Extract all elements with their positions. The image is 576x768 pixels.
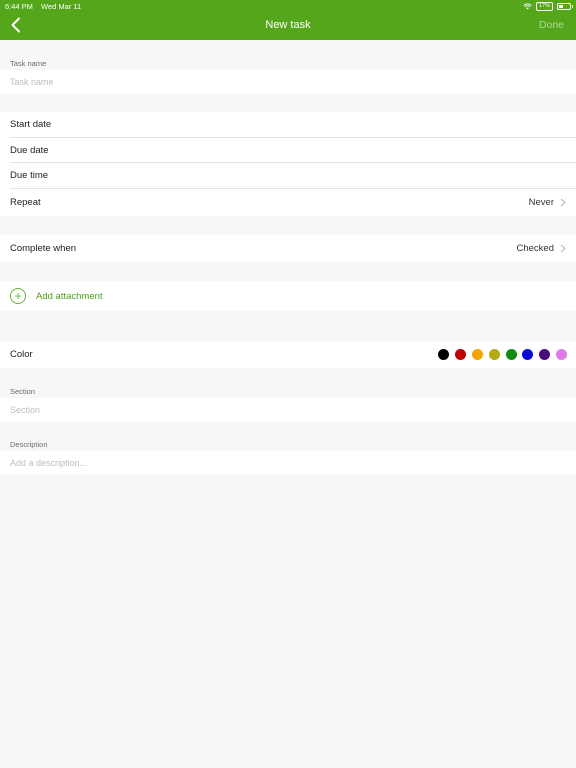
color-swatch[interactable]	[505, 349, 517, 360]
color-row: Color	[0, 341, 576, 368]
color-swatch[interactable]	[522, 349, 534, 360]
add-attachment-label: Add attachment	[36, 290, 103, 302]
due-date-label: Due date	[10, 144, 49, 156]
battery-percent-badge: 17%	[535, 1, 553, 11]
color-swatch[interactable]	[556, 349, 567, 360]
status-bar: 6:44 PM Wed Mar 11	[5, 2, 81, 11]
page-title: New task	[265, 19, 311, 31]
color-swatch[interactable]	[455, 349, 467, 360]
section-field	[0, 398, 576, 422]
due-time-row[interactable]: Due time	[0, 163, 576, 189]
due-date-row[interactable]: Due date	[0, 138, 576, 164]
description-input[interactable]	[0, 451, 576, 475]
task-name-label: Task name	[10, 59, 47, 68]
repeat-value: Never	[528, 196, 554, 208]
dates-group: Start date Due date Due time Repeat Neve…	[0, 112, 576, 216]
attachment-group: + Add attachment	[0, 281, 576, 311]
task-name-input[interactable]	[0, 70, 576, 94]
wifi-icon	[523, 3, 532, 9]
done-button[interactable]: Done	[539, 19, 564, 31]
start-date-label: Start date	[10, 119, 52, 131]
chevron-right-icon	[560, 198, 566, 206]
color-label: Color	[10, 349, 33, 360]
complete-when-row[interactable]: Complete when Checked	[0, 235, 576, 262]
color-swatch[interactable]	[539, 349, 551, 360]
status-time: 6:44 PM	[5, 2, 33, 11]
color-swatch[interactable]	[488, 349, 500, 360]
section-label: Section	[10, 387, 36, 396]
repeat-row[interactable]: Repeat Never	[0, 189, 576, 216]
complete-when-value: Checked	[516, 243, 555, 254]
description-field	[0, 451, 576, 475]
status-indicators: 17%	[523, 1, 573, 11]
color-swatch[interactable]	[472, 349, 484, 360]
navigation-bar: 6:44 PM Wed Mar 11 17% New task Done	[0, 0, 576, 40]
repeat-label: Repeat	[10, 196, 41, 208]
add-attachment-button[interactable]: + Add attachment	[0, 281, 576, 311]
chevron-right-icon	[560, 244, 566, 253]
start-date-row[interactable]: Start date	[0, 112, 576, 138]
plus-circle-icon: +	[10, 288, 26, 304]
section-input[interactable]	[0, 398, 576, 422]
task-name-field	[0, 70, 576, 94]
due-time-label: Due time	[10, 170, 49, 182]
color-group: Color	[0, 341, 576, 368]
complete-when-label: Complete when	[10, 243, 77, 254]
color-swatch[interactable]	[438, 349, 450, 360]
description-label: Description	[10, 440, 48, 449]
color-swatches	[438, 349, 567, 360]
status-date: Wed Mar 11	[41, 2, 82, 11]
battery-icon	[557, 2, 573, 10]
complete-when-group: Complete when Checked	[0, 235, 576, 262]
